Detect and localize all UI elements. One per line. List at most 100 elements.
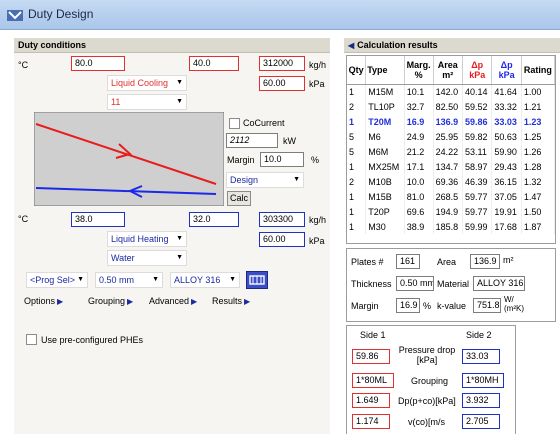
window-title: Duty Design <box>28 7 94 21</box>
results-row[interactable]: 2 TL10P 32.7 82.50 59.52 33.32 1.21 <box>347 99 556 114</box>
flow-diagram <box>34 112 224 206</box>
chevron-down-icon: ▼ <box>77 276 84 283</box>
hot-fluid-value: Liquid Cooling <box>111 78 169 88</box>
plates-label: Plates # <box>351 257 384 267</box>
hot-inlet-temp-field[interactable]: 80.0 <box>71 56 125 71</box>
col-area-label: Area m² <box>437 59 458 80</box>
results-row[interactable]: 1 M15B 81.0 268.5 59.77 37.05 1.47 <box>347 189 556 204</box>
prog-sel-select[interactable]: <Prog Sel> ▼ <box>26 272 88 288</box>
thickness-select[interactable]: 0.50 mm ▼ <box>95 272 163 288</box>
triangle-right-icon: ▶ <box>191 297 198 306</box>
cell-margin: 17.1 <box>404 159 434 174</box>
cell-area: 194.9 <box>433 204 463 219</box>
results-table: Qty Type Marg. % Area m² Δp kPa Δp kPa R… <box>347 56 556 234</box>
cell-area: 268.5 <box>433 189 463 204</box>
cell-dp-cold: 33.32 <box>491 99 522 114</box>
cell-dp-cold: 33.03 <box>491 114 522 129</box>
cold-fluid-value: Liquid Heating <box>111 234 169 244</box>
advanced-link-label: Advanced <box>149 296 190 306</box>
cell-type: M15M <box>365 84 405 99</box>
cell-dp-cold: 29.43 <box>491 159 522 174</box>
pressure-drop-label-bottom: [kPa] <box>416 355 438 365</box>
cold-pressure-drop-field[interactable]: 60.00 <box>259 232 305 247</box>
chevron-down-icon: ▼ <box>176 79 183 86</box>
cell-rating: 1.00 <box>521 84 556 99</box>
cell-rating: 1.23 <box>521 114 556 129</box>
grouping-link-label: Grouping <box>88 296 126 306</box>
thickness-detail-field: 0.50 mm <box>396 276 434 291</box>
cold-outlet-temp-field[interactable]: 32.0 <box>189 212 239 227</box>
grouping-link[interactable]: Grouping ▶ <box>88 296 133 306</box>
results-row[interactable]: 1 M15M 10.1 142.0 40.14 41.64 1.00 <box>347 84 556 99</box>
cocurrent-checkbox[interactable] <box>229 118 240 129</box>
cell-type: TL10P <box>365 99 405 114</box>
cell-margin: 16.9 <box>404 114 434 129</box>
results-row[interactable]: 1 T20M 16.9 136.9 59.86 33.03 1.23 <box>347 114 556 129</box>
options-link[interactable]: Options ▶ <box>24 296 63 306</box>
results-row[interactable]: 5 M6 24.9 25.95 59.82 50.63 1.25 <box>347 129 556 144</box>
cell-dp-cold: 17.68 <box>491 219 522 234</box>
kvalue-unit-top: W/ <box>504 295 514 304</box>
hot-fluid-select[interactable]: Liquid Cooling ▼ <box>107 75 187 91</box>
cold-sub-value: Water <box>111 253 135 263</box>
cell-type: M6M <box>365 144 405 159</box>
thickness-value: 0.50 mm <box>99 275 135 285</box>
results-row[interactable]: 1 MX25M 17.1 134.7 58.97 29.43 1.28 <box>347 159 556 174</box>
chevron-down-icon: ▼ <box>176 254 183 261</box>
cold-inlet-temp-field[interactable]: 38.0 <box>71 212 125 227</box>
cell-margin: 38.9 <box>404 219 434 234</box>
col-qty: Qty <box>347 56 367 85</box>
cell-rating: 1.50 <box>521 204 556 219</box>
hot-outlet-temp-field[interactable]: 40.0 <box>189 56 239 71</box>
margin-label: Margin <box>227 155 255 165</box>
col-margin-label: Marg. % <box>406 59 431 80</box>
results-link-label: Results <box>212 296 243 306</box>
advanced-link[interactable]: Advanced ▶ <box>149 296 197 306</box>
mode-select[interactable]: Design ▼ <box>226 172 304 188</box>
heat-load-field[interactable]: 2112 <box>226 133 278 148</box>
calc-button[interactable]: Calc <box>227 191 251 206</box>
cold-fluid-select[interactable]: Liquid Heating ▼ <box>107 231 187 247</box>
detail-margin-label: Margin <box>351 301 379 311</box>
results-row[interactable]: 5 M6M 21.2 24.22 53.11 59.90 1.26 <box>347 144 556 159</box>
side1-dp-pco: 1.649 <box>352 393 390 408</box>
plate-browser-button[interactable] <box>246 271 268 289</box>
cold-sub-select[interactable]: Water ▼ <box>107 250 187 266</box>
cell-dp-hot: 58.97 <box>462 159 493 174</box>
cell-qty: 1 <box>347 219 367 234</box>
cell-type: T20P <box>365 204 405 219</box>
material-select[interactable]: ALLOY 316 ▼ <box>170 272 240 288</box>
side2-grouping: 1*80MH <box>462 373 504 388</box>
cell-rating: 1.25 <box>521 129 556 144</box>
area-label: Area <box>437 257 457 267</box>
margin-unit: % <box>311 155 320 165</box>
results-link[interactable]: Results ▶ <box>212 296 250 306</box>
cold-flow-unit: kg/h <box>309 215 327 225</box>
col-dp-hot: Δp kPa <box>462 56 493 85</box>
cell-area: 134.7 <box>433 159 463 174</box>
chevron-down-icon: ▼ <box>176 98 183 105</box>
cold-flow-field[interactable]: 303300 <box>259 212 305 227</box>
kvalue-unit: W/(m²K) <box>504 295 524 313</box>
results-header: ◀ Calculation results <box>344 38 560 53</box>
pressure-drop-label: Pressure drop [kPa] <box>397 345 457 365</box>
mode-value: Design <box>230 175 259 185</box>
cell-rating: 1.21 <box>521 99 556 114</box>
preconfigured-label: Use pre-configured PHEs <box>41 335 144 345</box>
side1-velocity: 1.174 <box>352 414 390 429</box>
cell-area: 82.50 <box>433 99 463 114</box>
results-row[interactable]: 2 M10B 10.0 69.36 46.39 36.15 1.32 <box>347 174 556 189</box>
results-row[interactable]: 1 M30 38.9 185.8 59.99 17.68 1.87 <box>347 219 556 234</box>
hot-sub-select[interactable]: 11 ▼ <box>107 94 187 110</box>
collapse-left-icon[interactable]: ◀ <box>348 41 354 50</box>
results-row[interactable]: 1 T20P 69.6 194.9 59.77 19.91 1.50 <box>347 204 556 219</box>
margin-field[interactable]: 10.0 <box>260 152 304 167</box>
results-title: Calculation results <box>357 40 438 50</box>
cell-rating: 1.26 <box>521 144 556 159</box>
hot-pd-unit: kPa <box>309 79 325 89</box>
hot-pressure-drop-field[interactable]: 60.00 <box>259 76 305 91</box>
preconfigured-checkbox[interactable] <box>26 334 37 345</box>
col-dp-hot-label: Δp kPa <box>469 59 486 80</box>
plates-field: 161 <box>396 254 420 269</box>
hot-flow-field[interactable]: 312000 <box>259 56 305 71</box>
